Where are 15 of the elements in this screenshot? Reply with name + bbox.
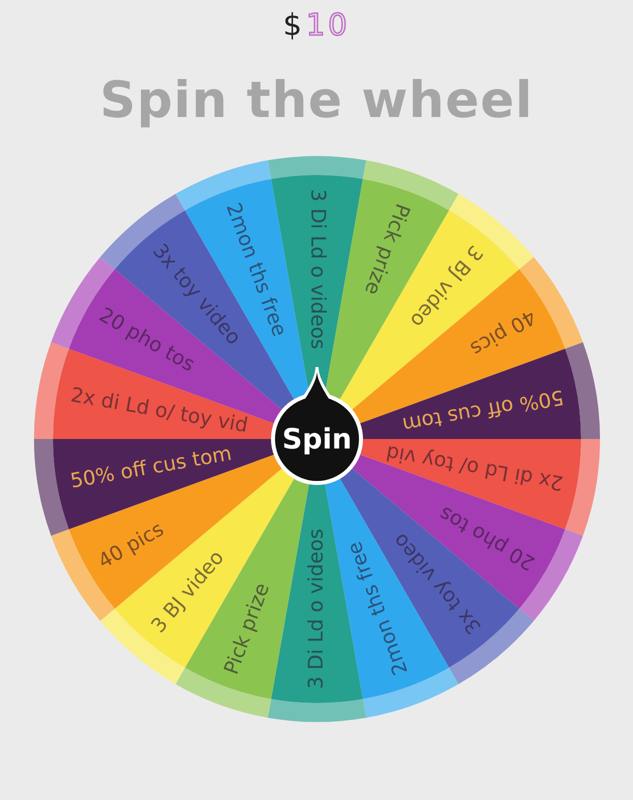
segment-label: 3 Di Ld o videos — [302, 528, 327, 689]
segment-label: 20 pho tos — [94, 302, 199, 376]
page-title: Spin the wheel — [100, 70, 534, 130]
segment-label: 2x di Ld o/ toy vid — [384, 440, 565, 496]
currency-sign: $ — [282, 8, 302, 44]
balance-amount: 10 — [306, 8, 350, 44]
segment-label: 40 pics — [93, 516, 168, 574]
segment-label: 50% off cus tom — [400, 385, 566, 438]
segment-label: 40 pics — [466, 304, 540, 362]
segment-label: 2x di Ld o/ toy vid — [68, 382, 250, 438]
segment-label: 3 Di Ld o videos — [306, 189, 330, 350]
segment-label: Pick prize — [360, 200, 415, 298]
segment-label: 50% off cus tom — [68, 440, 233, 493]
segment-label: Pick prize — [218, 580, 274, 678]
segment-label: 20 pho tos — [434, 502, 538, 576]
